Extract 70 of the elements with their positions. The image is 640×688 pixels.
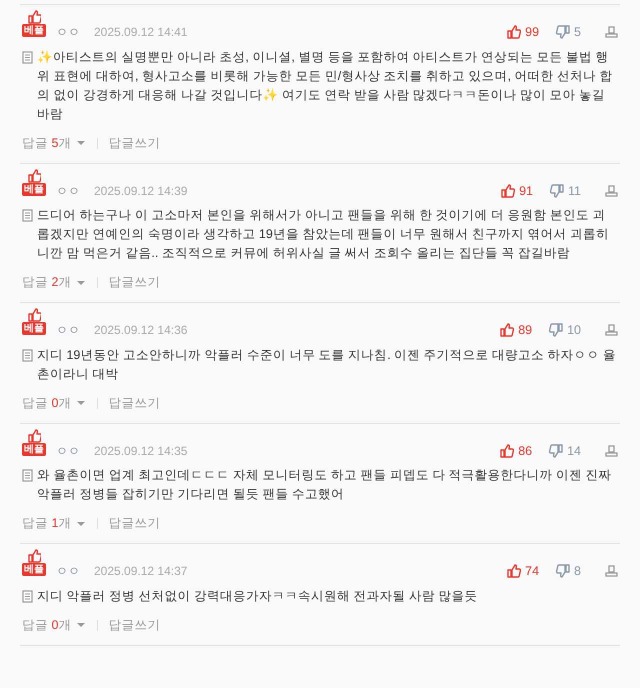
memo-icon (22, 209, 33, 222)
caret-icon (75, 399, 88, 408)
report-icon[interactable] (605, 565, 618, 578)
best-comment-badge: 베플 (22, 563, 46, 576)
memo-icon (22, 469, 33, 482)
thumbs-up-icon (499, 444, 514, 458)
author-name[interactable]: ㅇㅇ (56, 442, 80, 460)
author-name[interactable]: ㅇㅇ (56, 562, 80, 580)
memo-icon (22, 348, 33, 362)
like-button[interactable]: 86 (499, 442, 532, 460)
replies-toggle[interactable]: 답글 2개 (22, 273, 88, 292)
dislike-button[interactable]: 10 (548, 321, 581, 340)
report-icon[interactable] (605, 324, 618, 336)
report-icon[interactable] (605, 184, 618, 197)
author-name[interactable]: ㅇㅇ (56, 321, 80, 339)
replies-toggle[interactable]: 답글 5개 (22, 134, 88, 152)
thumbs-up-icon (27, 549, 41, 563)
best-comment-badge: 베플 (22, 182, 46, 196)
caret-icon (75, 520, 88, 528)
comment-text: 드디어 하는구나 이 고소마저 본인을 위해서가 아니고 팬들을 위해 한 것이기에 더 응원함 본인도 괴롭겠지만 연예인의 숙명이라 생각하고 19년을 참았는데 팬들이 너무 원해서 친구까지 엮어서 괴롭히니깐 맘 먹은거 같음.. 조직적으로 커뮤에 허위사실 글 써서 조회수 올리는 집단들 꼭 잡길바람 (37, 207, 610, 262)
thumbs-down-icon (548, 444, 564, 458)
comment-text: 지디 악플러 정병 선처없이 강력대응가자ㅋㅋ속시원해 전과자될 사람 많을듯 (37, 588, 478, 605)
thumbs-down-icon (549, 184, 564, 198)
thumbs-down-icon (555, 564, 570, 578)
like-button[interactable]: 91 (500, 182, 534, 200)
report-icon[interactable] (605, 26, 618, 38)
comment-text: 와 율촌이면 업계 최고인데ㄷㄷㄷ 자체 모니터링도 하고 팬들 피뎁도 다 적극활용한다니까 이젠 진짜 악플러 정병들 잡히기만 기다리면 될듯 팬들 수고했어 (37, 467, 613, 504)
write-reply-link[interactable]: 답글쓰기 (108, 134, 160, 152)
thumbs-up-icon (27, 428, 41, 442)
comment-date: 2025.09.12 14:41 (94, 24, 188, 41)
dislike-button[interactable]: 11 (549, 182, 581, 200)
thumbs-up-icon (27, 168, 41, 182)
thumbs-up-icon (27, 10, 41, 24)
like-button[interactable]: 89 (499, 321, 532, 340)
comment-date: 2025.09.12 14:39 (94, 182, 188, 200)
like-button[interactable]: 74 (506, 562, 540, 581)
comment-date: 2025.09.12 14:37 (94, 563, 188, 580)
caret-icon (75, 621, 88, 630)
best-comment-badge: 베플 (22, 442, 46, 456)
dislike-button[interactable]: 8 (555, 562, 581, 581)
caret-icon (75, 139, 88, 148)
like-button[interactable]: 99 (506, 23, 540, 42)
comment-date: 2025.09.12 14:35 (94, 442, 188, 460)
replies-toggle[interactable]: 답글 0개 (22, 394, 88, 412)
dislike-button[interactable]: 14 (548, 442, 581, 460)
thumbs-up-icon (506, 25, 522, 40)
comment-text: 지디 19년동안 고소안하니까 악플러 수준이 너무 도를 지나침. 이젠 주기적으로 대량고소 하자ㅇㅇ 율촌이라니 대박 (37, 346, 618, 383)
memo-icon (22, 50, 33, 64)
caret-icon (75, 278, 88, 287)
replies-toggle[interactable]: 답글 1개 (22, 514, 88, 533)
author-name[interactable]: ㅇㅇ (56, 23, 80, 41)
best-comment-badge: 베플 (22, 322, 46, 335)
replies-toggle[interactable]: 답글 0개 (22, 616, 88, 634)
thumbs-up-icon (500, 184, 516, 198)
thumbs-up-icon (506, 564, 522, 578)
best-comment-badge: 베플 (22, 24, 46, 37)
report-icon[interactable] (605, 444, 618, 457)
thumbs-down-icon (548, 323, 564, 338)
comment-text: ✨아티스트의 실명뿐만 아니라 초성, 이니셜, 별명 등을 포함하여 아티스트가 연상되는 모든 불법 행위 표현에 대하여, 형사고소를 비롯해 가능한 모든 민/형사상 조치를 취하고 있으며, 어떠한 선처나 합의 없이 강경하게 대응해 나갈 것입니다✨ 여기도 연락 받을 사람 많겠다ㅋㅋ돈이나 많이 모아 놓길 바람 (37, 48, 614, 123)
write-reply-link[interactable]: 답글쓰기 (108, 514, 160, 533)
write-reply-link[interactable]: 답글쓰기 (108, 394, 160, 412)
memo-icon (22, 590, 33, 603)
thumbs-up-icon (27, 308, 41, 322)
comment-date: 2025.09.12 14:36 (94, 322, 188, 339)
write-reply-link[interactable]: 답글쓰기 (108, 273, 160, 292)
write-reply-link[interactable]: 답글쓰기 (108, 616, 160, 634)
thumbs-up-icon (499, 323, 514, 338)
author-name[interactable]: ㅇㅇ (56, 182, 80, 200)
thumbs-down-icon (555, 25, 570, 40)
dislike-button[interactable]: 5 (555, 23, 581, 42)
